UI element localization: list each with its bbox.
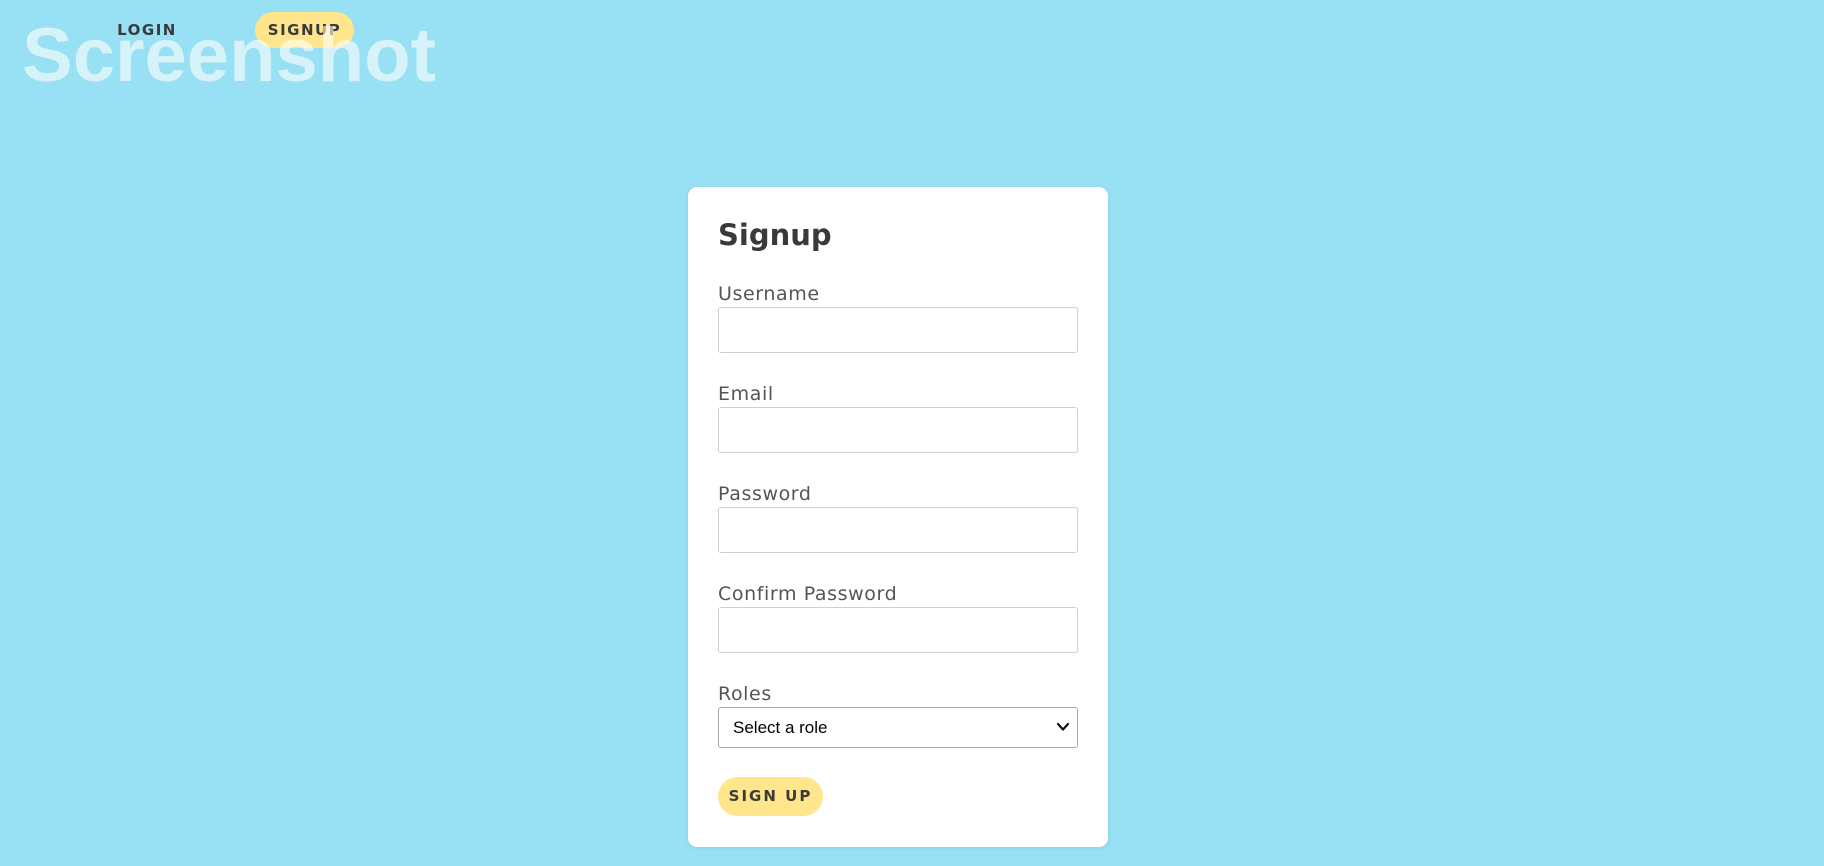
- confirm-password-input[interactable]: [718, 607, 1078, 653]
- username-input[interactable]: [718, 307, 1078, 353]
- form-title: Signup: [718, 218, 832, 252]
- email-input[interactable]: [718, 407, 1078, 453]
- email-label: Email: [718, 383, 774, 405]
- signup-card: Signup Username Email Password Confirm P…: [688, 187, 1108, 847]
- confirm-password-label: Confirm Password: [718, 583, 898, 605]
- roles-selected-value: Select a role: [733, 718, 828, 737]
- password-label: Password: [718, 483, 812, 505]
- sign-up-button[interactable]: SIGN UP: [718, 777, 823, 816]
- nav-login-link[interactable]: LOGIN: [112, 12, 182, 48]
- top-navigation: LOGIN SIGNUP: [0, 0, 1824, 60]
- chevron-down-icon: [1056, 722, 1070, 731]
- roles-label: Roles: [718, 683, 772, 705]
- username-label: Username: [718, 283, 820, 305]
- nav-signup-link[interactable]: SIGNUP: [255, 12, 354, 48]
- password-input[interactable]: [718, 507, 1078, 553]
- roles-select[interactable]: Select a role: [718, 707, 1078, 748]
